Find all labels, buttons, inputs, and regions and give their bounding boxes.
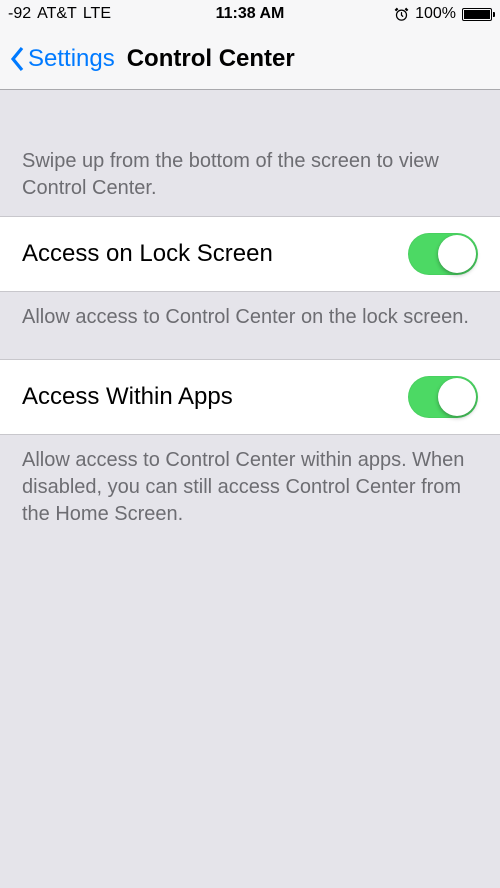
- status-bar: -92 AT&T LTE 11:38 AM 100%: [0, 0, 500, 28]
- row-group-apps: Access Within Apps: [0, 359, 500, 435]
- row-access-lock-screen: Access on Lock Screen: [0, 217, 500, 291]
- spacer: [0, 341, 500, 359]
- alarm-icon: [394, 7, 409, 22]
- toggle-knob: [438, 235, 476, 273]
- toggle-access-lock-screen[interactable]: [408, 233, 478, 275]
- footer-apps: Allow access to Control Center within ap…: [0, 435, 500, 538]
- battery-percent: 100%: [415, 5, 456, 23]
- intro-text: Swipe up from the bottom of the screen t…: [0, 90, 500, 216]
- battery-icon: [462, 8, 492, 21]
- page-title: Control Center: [127, 45, 295, 73]
- status-right: 100%: [394, 5, 492, 23]
- footer-lock: Allow access to Control Center on the lo…: [0, 292, 500, 341]
- row-label-apps: Access Within Apps: [22, 383, 233, 411]
- row-group-lock: Access on Lock Screen: [0, 216, 500, 292]
- network-type: LTE: [83, 5, 111, 23]
- signal-strength: -92: [8, 5, 31, 23]
- nav-bar: Settings Control Center: [0, 28, 500, 90]
- row-label-lock: Access on Lock Screen: [22, 240, 273, 268]
- carrier-name: AT&T: [37, 5, 77, 23]
- back-button[interactable]: Settings: [10, 45, 115, 73]
- status-left: -92 AT&T LTE: [8, 5, 111, 23]
- back-label: Settings: [28, 45, 115, 73]
- chevron-left-icon: [10, 46, 26, 72]
- status-time: 11:38 AM: [216, 5, 285, 23]
- toggle-access-within-apps[interactable]: [408, 376, 478, 418]
- row-access-within-apps: Access Within Apps: [0, 360, 500, 434]
- toggle-knob: [438, 378, 476, 416]
